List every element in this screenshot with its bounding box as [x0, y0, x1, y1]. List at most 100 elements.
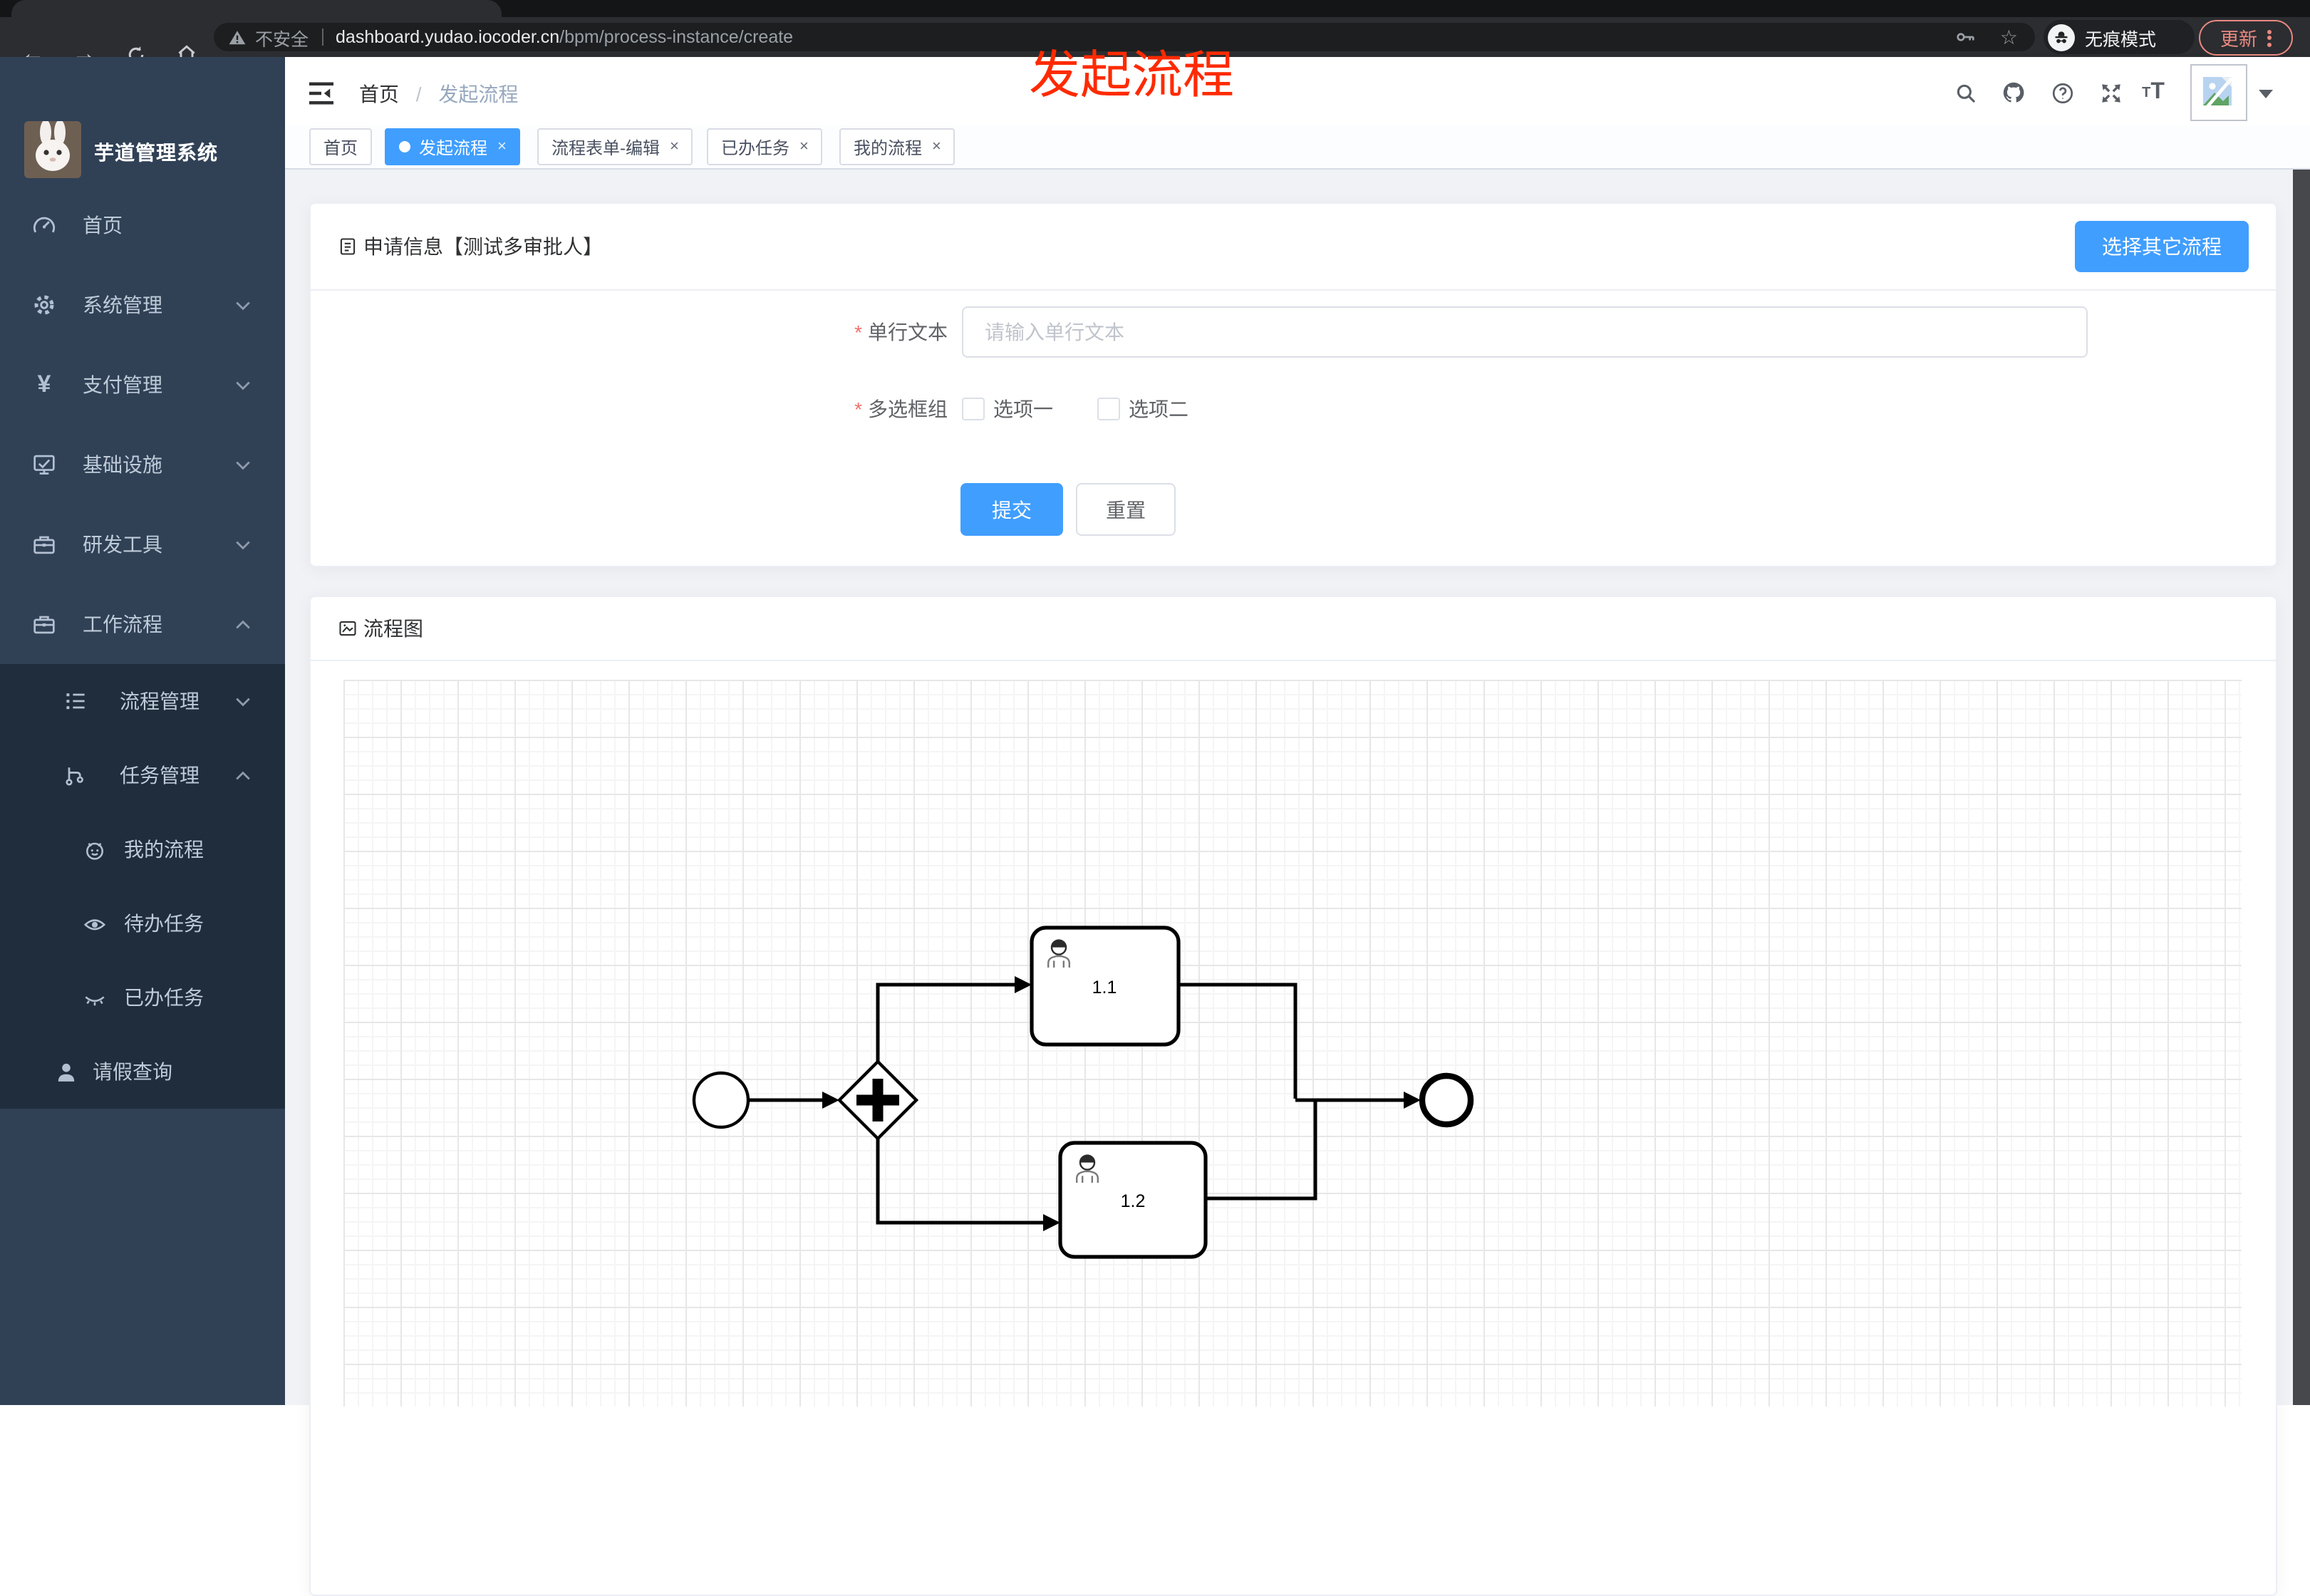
sidebar-item-infrastructure[interactable]: 基础设施	[0, 425, 285, 504]
tab-form-edit[interactable]: 流程表单-编辑 ×	[537, 128, 693, 165]
sidebar-item-my-process[interactable]: 我的流程	[0, 812, 285, 886]
app-logo[interactable]: 芋道管理系统	[0, 121, 285, 184]
sidebar-item-process-mgmt[interactable]: 流程管理	[0, 664, 285, 738]
font-size-icon[interactable]: TT	[2138, 77, 2169, 108]
face-icon	[86, 841, 103, 859]
github-icon[interactable]	[1998, 77, 2029, 108]
sidebar-item-todo-tasks[interactable]: 待办任务	[0, 886, 285, 960]
task-label: 1.2	[1121, 1191, 1146, 1211]
chevron-down-icon	[236, 461, 250, 470]
browser-active-tab[interactable]	[11, 0, 502, 17]
task-label: 1.1	[1092, 978, 1117, 998]
document-icon	[340, 238, 356, 255]
sidebar-item-payment[interactable]: ¥ 支付管理	[0, 345, 285, 425]
flow-card-title: 流程图	[338, 614, 423, 643]
app-title: 芋道管理系统	[94, 141, 218, 164]
gear-icon	[34, 295, 54, 315]
checkbox-option-2-label[interactable]: 选项二	[1129, 399, 1188, 419]
picture-icon	[339, 621, 356, 636]
checkbox-option-1[interactable]	[962, 398, 985, 420]
branch-icon	[66, 767, 83, 786]
monitor-icon	[33, 455, 55, 475]
help-icon[interactable]	[2046, 77, 2078, 108]
chevron-up-icon	[236, 620, 250, 629]
browser-update-button[interactable]: 更新	[2199, 20, 2293, 56]
start-event[interactable]	[692, 1071, 750, 1129]
chevron-down-icon	[236, 698, 250, 707]
close-icon[interactable]: ×	[497, 138, 507, 155]
field-label-text: * 单行文本	[854, 321, 948, 343]
toolbox-icon	[33, 616, 55, 634]
tab-start-process[interactable]: 发起流程 ×	[385, 128, 521, 165]
list-tree-icon	[66, 693, 85, 710]
bpmn-canvas[interactable]: 1.1 1.2	[343, 680, 2242, 1406]
close-icon[interactable]: ×	[670, 138, 679, 155]
choose-other-process-button[interactable]: 选择其它流程	[2075, 221, 2249, 272]
bpmn-diagram: 1.1 1.2	[692, 926, 1474, 1259]
url-separator	[321, 28, 323, 46]
apply-card-title: 申请信息【测试多审批人】	[338, 232, 603, 261]
apply-info-card: 申请信息【测试多审批人】 选择其它流程 *单行文本 *多选框组 选项一 选项二 …	[309, 202, 2277, 567]
search-icon[interactable]	[1949, 77, 1981, 108]
field-label-checkbox: * 多选框组	[854, 398, 948, 420]
sequence-flow-arrow	[822, 1092, 839, 1109]
parallel-gateway[interactable]	[837, 1059, 919, 1141]
breadcrumb-separator: /	[415, 83, 422, 105]
sidebar-item-task-mgmt[interactable]: 任务管理	[0, 738, 285, 812]
toolbox-icon	[33, 536, 55, 554]
reset-button[interactable]: 重置	[1076, 483, 1176, 536]
sidebar-item-devtools[interactable]: 研发工具	[0, 504, 285, 584]
sidebar-item-done-tasks[interactable]: 已办任务	[0, 960, 285, 1035]
single-line-text-input[interactable]	[962, 306, 2088, 358]
url-path: /bpm/process-instance/create	[559, 27, 794, 47]
chevron-down-icon	[236, 381, 250, 390]
browser-tab-strip	[0, 0, 2310, 17]
key-icon[interactable]	[1954, 26, 1977, 48]
tab-done-tasks[interactable]: 已办任务 ×	[707, 128, 823, 165]
broken-image-icon	[2203, 77, 2233, 110]
checkbox-option-1-label[interactable]: 选项一	[993, 399, 1053, 419]
dashboard-icon	[33, 217, 56, 233]
warning-icon	[229, 30, 246, 44]
sidebar-item-workflow[interactable]: 工作流程	[0, 584, 285, 664]
tab-home[interactable]: 首页	[309, 128, 373, 165]
checkbox-option-2[interactable]	[1097, 398, 1120, 420]
eye-closed-icon	[85, 995, 105, 1005]
page-scrollbar[interactable]	[2293, 57, 2310, 1405]
url-domain: dashboard.yudao.iocoder.cn	[336, 27, 560, 47]
user-task-1-2[interactable]: 1.2	[1058, 1141, 1208, 1259]
breadcrumb-home[interactable]: 首页	[359, 83, 399, 105]
person-icon	[58, 1062, 75, 1081]
sidebar-item-home[interactable]: 首页	[0, 185, 285, 265]
incognito-label: 无痕模式	[2085, 29, 2157, 49]
browser-menu-icon[interactable]	[2267, 27, 2272, 48]
chevron-down-icon	[236, 541, 250, 550]
sidebar-item-leave-query[interactable]: 请假查询	[0, 1035, 285, 1109]
annotation-text: 发起流程	[1029, 46, 1235, 104]
avatar-dropdown-caret[interactable]	[2259, 90, 2273, 98]
flow-card-header: 流程图	[311, 597, 2276, 661]
flow-diagram-card: 流程图 1.1 1.2	[309, 596, 2277, 1596]
fullscreen-icon[interactable]	[2095, 77, 2126, 108]
incognito-badge: 无痕模式	[2044, 20, 2195, 54]
breadcrumb-current: 发起流程	[438, 83, 519, 105]
eye-icon	[83, 918, 106, 930]
sidebar-collapse-icon[interactable]	[305, 77, 336, 108]
close-icon[interactable]: ×	[799, 138, 809, 155]
close-icon[interactable]: ×	[932, 138, 941, 155]
logo-avatar	[24, 121, 81, 178]
apply-card-header: 申请信息【测试多审批人】	[311, 204, 2276, 291]
security-label: 不安全	[255, 29, 309, 49]
user-avatar[interactable]	[2190, 64, 2247, 121]
tab-my-process[interactable]: 我的流程 ×	[839, 128, 955, 165]
user-task-1-1[interactable]: 1.1	[1030, 926, 1181, 1047]
bookmark-star-icon[interactable]: ☆	[2000, 25, 2018, 49]
chevron-up-icon	[236, 771, 250, 780]
active-tab-dot	[399, 141, 410, 152]
incognito-icon	[2048, 24, 2075, 51]
breadcrumb: 首页 / 发起流程	[359, 80, 518, 108]
sidebar-item-system[interactable]: 系统管理	[0, 265, 285, 345]
submit-button[interactable]: 提交	[960, 483, 1063, 536]
end-event[interactable]	[1419, 1072, 1474, 1128]
tags-view-bar: 首页 发起流程 × 流程表单-编辑 × 已办任务 × 我的流程 ×	[285, 125, 2310, 170]
